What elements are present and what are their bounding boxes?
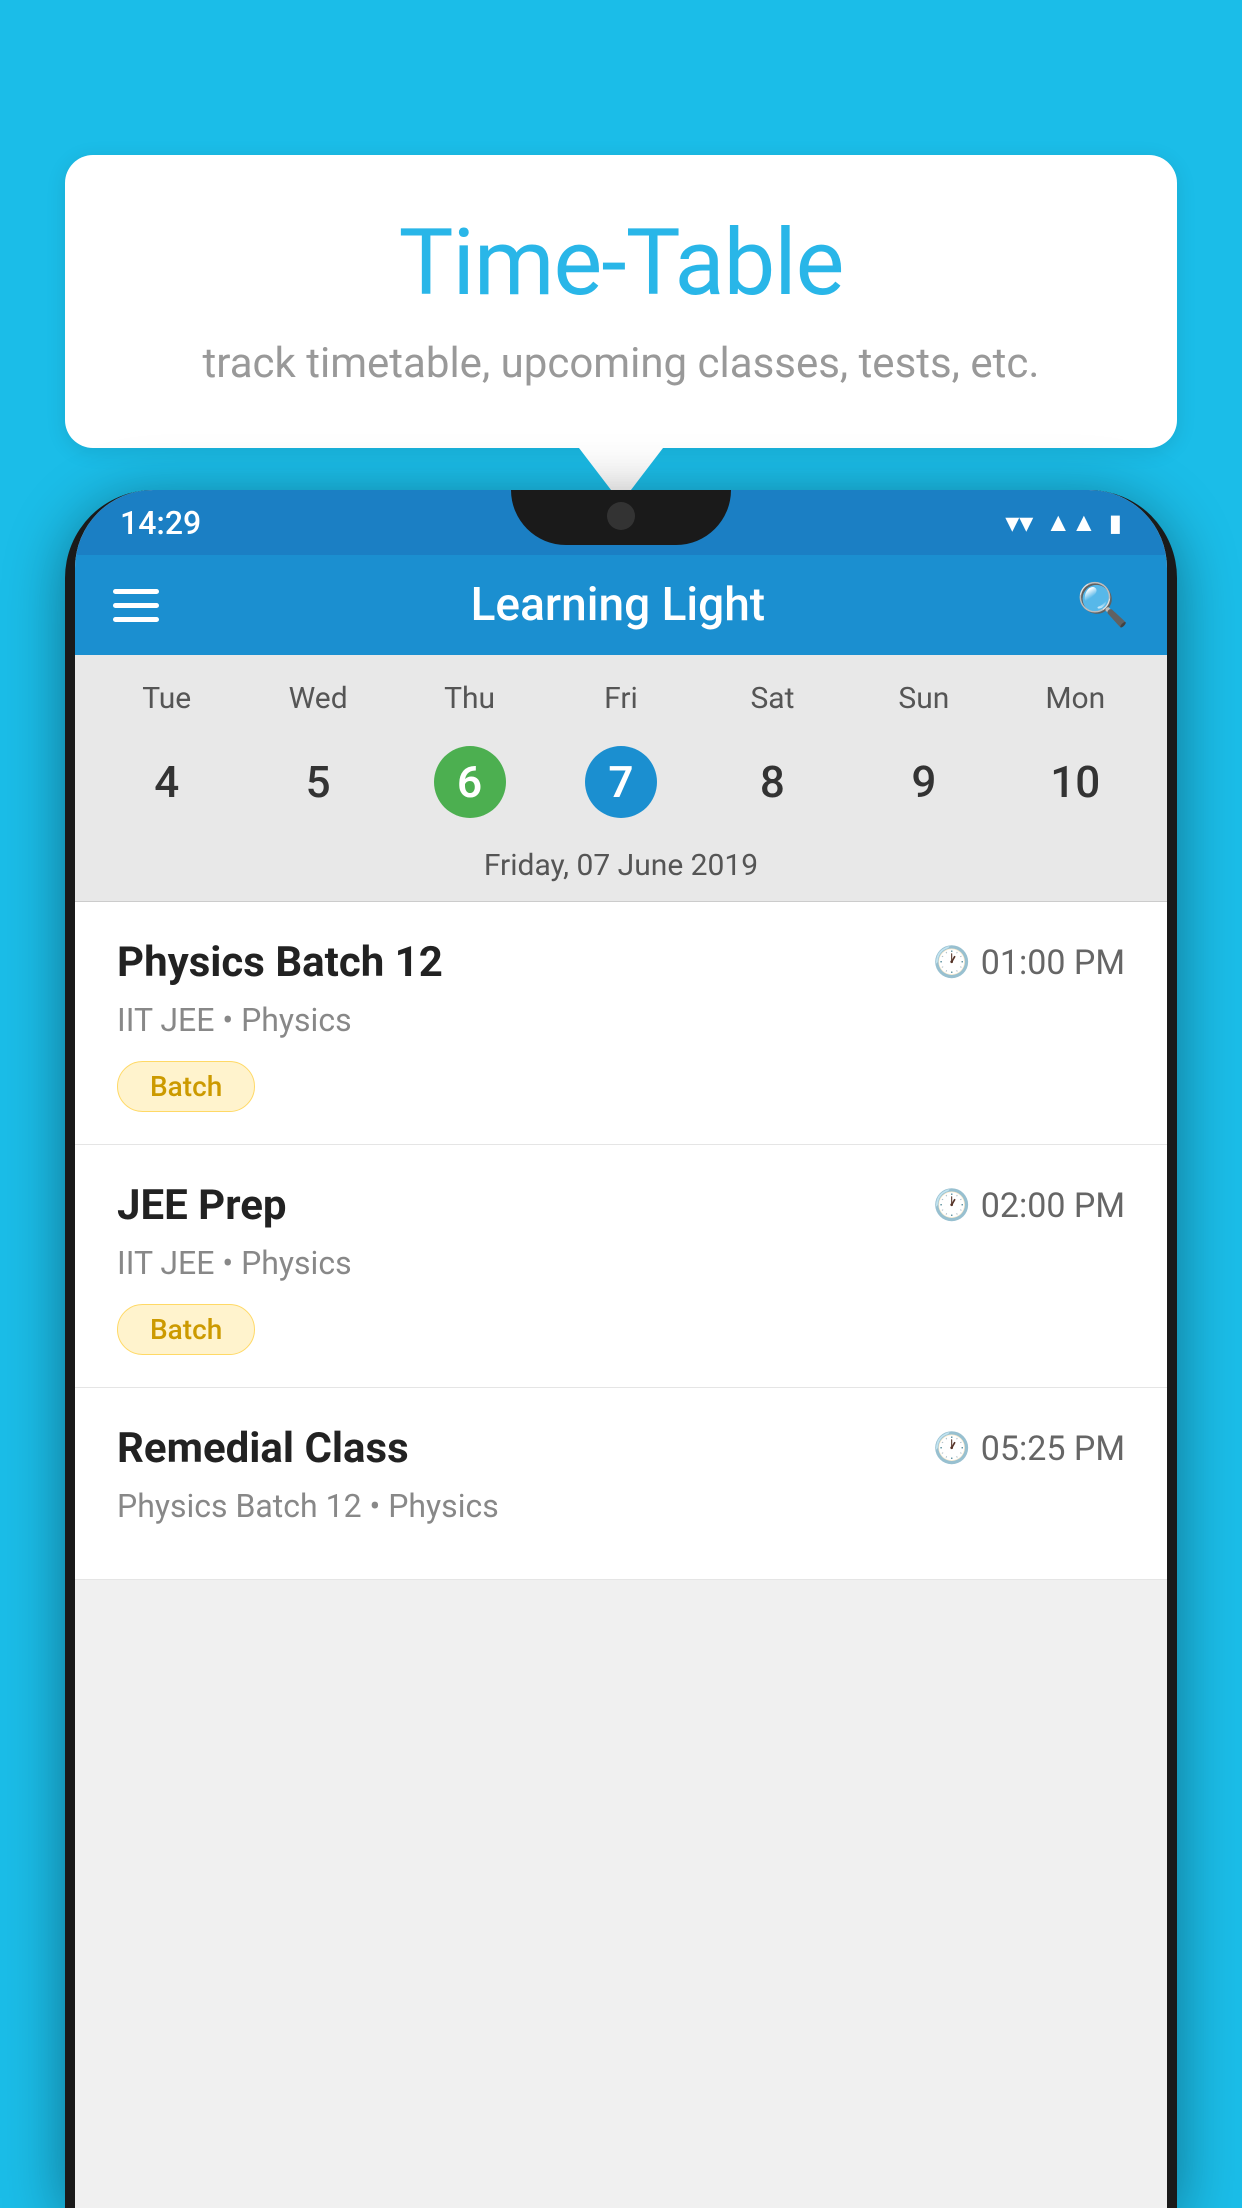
schedule-item-1-header: Physics Batch 12 🕐 01:00 PM — [117, 938, 1125, 987]
signal-icon: ▲▲ — [1045, 507, 1096, 538]
schedule-time-1: 🕐 01:00 PM — [933, 943, 1125, 983]
selected-date: Friday, 07 June 2019 — [75, 832, 1167, 902]
app-bar: Learning Light 🔍 — [75, 555, 1167, 655]
status-bar: 14:29 ▾▾ ▲▲ ▮ — [75, 490, 1167, 555]
day-6-circle: 6 — [434, 746, 506, 818]
day-label-sun[interactable]: Sun — [848, 673, 999, 724]
schedule-subtitle-3: Physics Batch 12 • Physics — [117, 1487, 1125, 1525]
batch-tag-1: Batch — [117, 1061, 255, 1112]
clock-icon-3: 🕐 — [933, 1431, 970, 1466]
menu-line-2 — [113, 603, 159, 608]
menu-line-1 — [113, 589, 159, 594]
day-label-tue[interactable]: Tue — [91, 673, 242, 724]
day-7-circle: 7 — [585, 746, 657, 818]
speech-bubble: Time-Table track timetable, upcoming cla… — [65, 155, 1177, 448]
schedule-title-3: Remedial Class — [117, 1424, 409, 1473]
schedule-title-2: JEE Prep — [117, 1181, 287, 1230]
battery-icon: ▮ — [1109, 509, 1122, 537]
batch-tag-2: Batch — [117, 1304, 255, 1355]
day-label-mon[interactable]: Mon — [1000, 673, 1151, 724]
schedule-title-1: Physics Batch 12 — [117, 938, 443, 987]
notch-camera — [607, 502, 635, 530]
day-9[interactable]: 9 — [848, 732, 999, 832]
phone-inner: 14:29 ▾▾ ▲▲ ▮ Learning Light 🔍 — [75, 490, 1167, 2208]
day-10[interactable]: 10 — [1000, 732, 1151, 832]
day-labels: Tue Wed Thu Fri Sat Sun Mon — [75, 673, 1167, 724]
status-icons: ▾▾ ▲▲ ▮ — [1005, 506, 1122, 539]
search-icon[interactable]: 🔍 — [1077, 581, 1129, 630]
day-label-sat[interactable]: Sat — [697, 673, 848, 724]
menu-icon[interactable] — [113, 589, 159, 622]
day-label-thu[interactable]: Thu — [394, 673, 545, 724]
schedule-time-3: 🕐 05:25 PM — [933, 1429, 1125, 1469]
schedule-item-1[interactable]: Physics Batch 12 🕐 01:00 PM IIT JEE • Ph… — [75, 902, 1167, 1145]
calendar-header: Tue Wed Thu Fri Sat Sun Mon 4 5 6 7 — [75, 655, 1167, 902]
schedule-item-3[interactable]: Remedial Class 🕐 05:25 PM Physics Batch … — [75, 1388, 1167, 1580]
phone-frame: 14:29 ▾▾ ▲▲ ▮ Learning Light 🔍 — [65, 490, 1177, 2208]
schedule-item-2-header: JEE Prep 🕐 02:00 PM — [117, 1181, 1125, 1230]
status-time: 14:29 — [120, 504, 201, 542]
day-numbers: 4 5 6 7 8 9 10 — [75, 732, 1167, 832]
day-5[interactable]: 5 — [242, 732, 393, 832]
schedule-subtitle-2: IIT JEE • Physics — [117, 1244, 1125, 1282]
time-value-1: 01:00 PM — [981, 943, 1125, 983]
wifi-icon: ▾▾ — [1005, 506, 1033, 539]
menu-line-3 — [113, 617, 159, 622]
schedule-time-2: 🕐 02:00 PM — [933, 1186, 1125, 1226]
day-7[interactable]: 7 — [545, 732, 696, 832]
speech-bubble-container: Time-Table track timetable, upcoming cla… — [65, 155, 1177, 503]
day-label-wed[interactable]: Wed — [242, 673, 393, 724]
bubble-title: Time-Table — [125, 210, 1117, 317]
schedule-item-2[interactable]: JEE Prep 🕐 02:00 PM IIT JEE • Physics Ba… — [75, 1145, 1167, 1388]
clock-icon-2: 🕐 — [933, 1188, 970, 1223]
schedule-item-3-header: Remedial Class 🕐 05:25 PM — [117, 1424, 1125, 1473]
time-value-3: 05:25 PM — [981, 1429, 1125, 1469]
app-title: Learning Light — [471, 578, 766, 632]
day-4[interactable]: 4 — [91, 732, 242, 832]
time-value-2: 02:00 PM — [981, 1186, 1125, 1226]
day-label-fri[interactable]: Fri — [545, 673, 696, 724]
phone-content: 14:29 ▾▾ ▲▲ ▮ Learning Light 🔍 — [75, 490, 1167, 2208]
clock-icon-1: 🕐 — [933, 945, 970, 980]
day-8[interactable]: 8 — [697, 732, 848, 832]
day-6[interactable]: 6 — [394, 732, 545, 832]
schedule-subtitle-1: IIT JEE • Physics — [117, 1001, 1125, 1039]
bubble-subtitle: track timetable, upcoming classes, tests… — [125, 339, 1117, 388]
schedule-list: Physics Batch 12 🕐 01:00 PM IIT JEE • Ph… — [75, 902, 1167, 1580]
